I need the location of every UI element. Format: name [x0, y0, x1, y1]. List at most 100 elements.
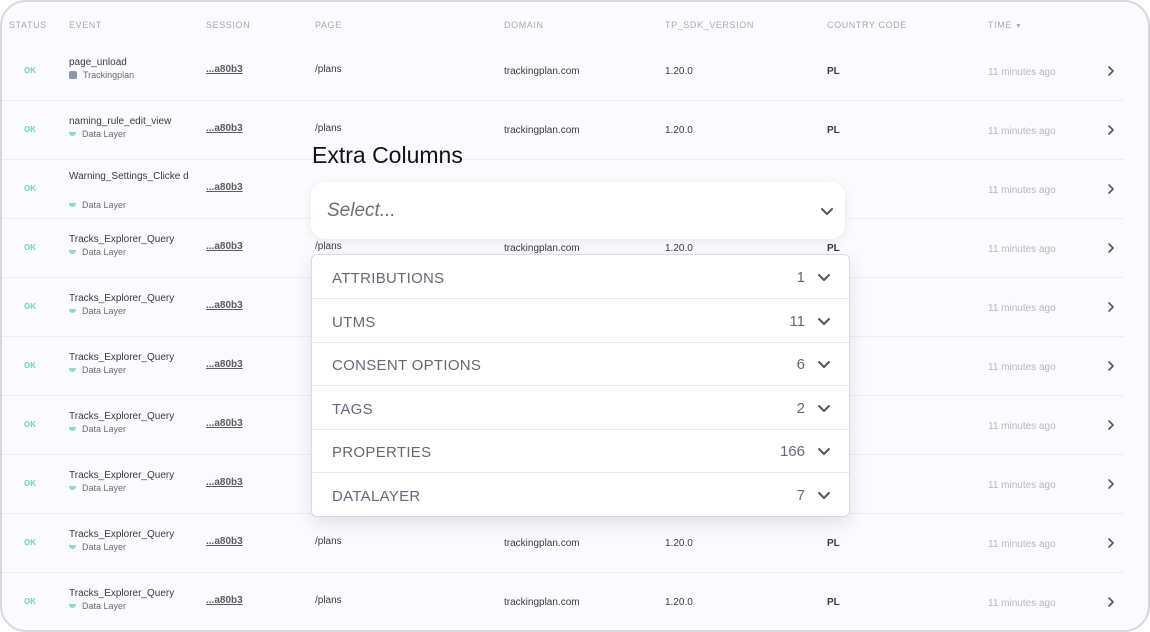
session-link[interactable]: ...a80b3 — [206, 123, 243, 134]
table-row[interactable]: OK Tracks_Explorer_Query Data Layer ...a80b… — [2, 513, 1124, 573]
event-source-label: Data Layer — [82, 129, 127, 139]
header-page[interactable]: PAGE — [315, 20, 342, 30]
event-source-label: Trackingplan — [83, 70, 135, 80]
chevron-down-icon[interactable] — [817, 445, 831, 457]
chevron-down-icon[interactable] — [817, 489, 831, 501]
session-link[interactable]: ...a80b3 — [206, 182, 243, 193]
event-time: 11 minutes ago — [988, 480, 1056, 491]
event-name: Warning_Settings_Clicke d — [69, 171, 189, 182]
sdk-version: 1.20.0 — [665, 125, 693, 136]
header-country-code[interactable]: COUNTRY CODE — [827, 20, 907, 30]
chevron-right-icon[interactable] — [1105, 536, 1117, 548]
header-sdk-version[interactable]: TP_SDK_VERSION — [665, 20, 754, 30]
chevron-right-icon[interactable] — [1105, 595, 1117, 607]
domain: trackingplan.com — [504, 243, 580, 254]
chevron-right-icon[interactable] — [1105, 359, 1117, 371]
sort-desc-icon: ▼ — [1014, 23, 1023, 30]
chevron-down-icon[interactable] — [817, 315, 831, 327]
event-name: naming_rule_edit_view — [69, 116, 172, 127]
page-path: /plans — [315, 64, 342, 75]
session-link[interactable]: ...a80b3 — [206, 300, 243, 311]
event-source: Trackingplan — [69, 70, 134, 80]
event-source-label: Data Layer — [82, 542, 127, 552]
option-group-label: TAGS — [332, 400, 373, 418]
session-link[interactable]: ...a80b3 — [206, 64, 243, 75]
event-time: 11 minutes ago — [988, 185, 1056, 196]
option-group-label: UTMS — [332, 313, 376, 331]
option-group[interactable]: CONSENT OPTIONS 6 — [312, 342, 849, 387]
chevron-down-icon[interactable] — [817, 402, 831, 414]
header-event[interactable]: EVENT — [69, 20, 102, 30]
datalayer-icon — [69, 309, 76, 313]
chevron-down-icon[interactable] — [817, 358, 831, 370]
table-header: STATUS EVENT SESSION PAGE DOMAIN TP_SDK_… — [2, 2, 1148, 46]
chevron-right-icon[interactable] — [1105, 123, 1117, 135]
status-badge: OK — [24, 538, 36, 547]
session-link[interactable]: ...a80b3 — [206, 359, 243, 370]
status-badge: OK — [24, 125, 36, 134]
event-source-label: Data Layer — [82, 200, 127, 210]
header-time[interactable]: TIME ▼ — [988, 20, 1022, 30]
option-group[interactable]: PROPERTIES 166 — [312, 429, 849, 474]
session-link[interactable]: ...a80b3 — [206, 536, 243, 547]
event-time: 11 minutes ago — [988, 362, 1056, 373]
event-time: 11 minutes ago — [988, 126, 1056, 137]
header-session[interactable]: SESSION — [206, 20, 250, 30]
country-code: PL — [827, 243, 840, 254]
option-group-count: 6 — [796, 356, 805, 374]
extra-columns-dropdown: ATTRIBUTIONS 1 UTMS 11 CONSENT OPTIONS 6 TAGS 2… — [311, 254, 850, 517]
option-group-count: 2 — [796, 399, 805, 417]
table-row[interactable]: OK naming_rule_edit_view Data Layer ...a80b… — [2, 100, 1124, 160]
event-name: Tracks_Explorer_Query — [69, 470, 175, 481]
event-source-label: Data Layer — [82, 365, 127, 375]
event-name: Tracks_Explorer_Query — [69, 352, 175, 363]
page-path: /plans — [315, 241, 342, 252]
event-source: Data Layer — [69, 200, 126, 210]
event-time: 11 minutes ago — [988, 303, 1056, 314]
chevron-right-icon[interactable] — [1105, 182, 1117, 194]
page-path: /plans — [315, 595, 342, 606]
header-status[interactable]: STATUS — [9, 20, 47, 30]
datalayer-icon — [69, 132, 76, 136]
chevron-down-icon[interactable] — [819, 204, 835, 218]
header-time-label: TIME — [988, 20, 1012, 30]
option-group[interactable]: DATALAYER 7 — [312, 473, 849, 516]
event-name: Tracks_Explorer_Query — [69, 588, 175, 599]
event-time: 11 minutes ago — [988, 244, 1056, 255]
option-group-count: 1 — [796, 269, 805, 286]
event-source: Data Layer — [69, 424, 126, 434]
domain: trackingplan.com — [504, 538, 580, 549]
session-link[interactable]: ...a80b3 — [206, 595, 243, 606]
chevron-right-icon[interactable] — [1105, 241, 1117, 253]
session-link[interactable]: ...a80b3 — [206, 418, 243, 429]
event-source-label: Data Layer — [82, 601, 127, 611]
option-group-label: DATALAYER — [332, 488, 421, 505]
option-group[interactable]: ATTRIBUTIONS 1 — [312, 255, 849, 299]
option-group-count: 11 — [789, 312, 805, 330]
event-time: 11 minutes ago — [988, 67, 1056, 78]
country-code: PL — [827, 66, 840, 77]
status-badge: OK — [24, 479, 36, 488]
chevron-down-icon[interactable] — [817, 271, 831, 283]
event-source: Data Layer — [69, 365, 126, 375]
chevron-right-icon[interactable] — [1105, 477, 1117, 489]
option-group[interactable]: UTMS 11 — [312, 299, 849, 343]
chevron-right-icon[interactable] — [1105, 418, 1117, 430]
status-badge: OK — [24, 243, 36, 252]
session-link[interactable]: ...a80b3 — [206, 477, 243, 488]
domain: trackingplan.com — [504, 66, 580, 77]
session-link[interactable]: ...a80b3 — [206, 241, 243, 252]
extra-columns-title: Extra Columns — [312, 142, 463, 168]
chevron-right-icon[interactable] — [1105, 64, 1117, 76]
chevron-right-icon[interactable] — [1105, 300, 1117, 312]
country-code: PL — [827, 125, 840, 136]
option-group-label: CONSENT OPTIONS — [332, 357, 482, 375]
table-row[interactable]: OK page_unload Trackingplan ...a80b3/plans t… — [2, 41, 1124, 101]
extra-columns-select[interactable]: Select... — [311, 182, 845, 239]
option-group[interactable]: TAGS 2 — [312, 386, 849, 430]
event-name: Tracks_Explorer_Query — [69, 411, 175, 422]
header-domain[interactable]: DOMAIN — [504, 20, 544, 30]
event-time: 11 minutes ago — [988, 539, 1056, 550]
table-row[interactable]: OK Tracks_Explorer_Query Data Layer ...a80b… — [2, 572, 1124, 630]
event-source: Data Layer — [69, 306, 126, 316]
